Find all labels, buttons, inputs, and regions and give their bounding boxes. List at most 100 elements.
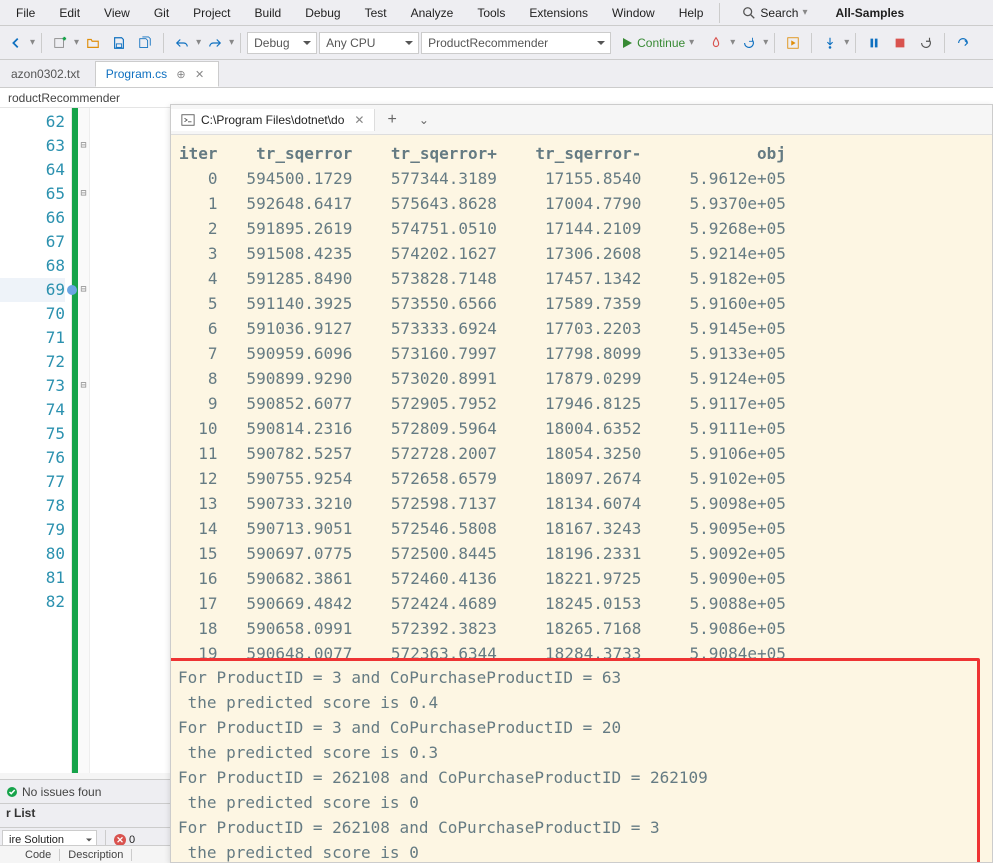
fold-toggle (78, 542, 89, 566)
terminal-window: C:\Program Files\dotnet\do ✕ + ⌄ iter tr… (170, 104, 993, 863)
search-icon (742, 6, 756, 20)
terminal-dropdown[interactable]: ⌄ (409, 109, 439, 131)
close-icon[interactable]: ✕ (195, 69, 204, 81)
pause-button[interactable] (862, 31, 886, 55)
play-icon (621, 37, 633, 49)
fold-toggle[interactable]: ⊟ (78, 374, 89, 398)
step-into-button[interactable] (818, 31, 842, 55)
menu-extensions[interactable]: Extensions (517, 2, 600, 24)
chevron-down-icon[interactable]: ▾ (229, 37, 234, 48)
chevron-down-icon[interactable]: ▾ (844, 37, 849, 48)
search-box[interactable]: Search ▾ (732, 4, 817, 22)
line-number: 73 (0, 374, 65, 398)
platform-combo[interactable]: Any CPU (319, 32, 419, 54)
save-button[interactable] (107, 31, 131, 55)
line-number: 64 (0, 158, 65, 182)
chevron-down-icon: ▾ (689, 37, 694, 48)
prediction-output-callout: For ProductID = 3 and CoPurchaseProductI… (171, 658, 980, 862)
fold-toggle (78, 302, 89, 326)
line-number: 69 (0, 278, 65, 302)
menu-git[interactable]: Git (142, 2, 181, 24)
line-number: 80 (0, 542, 65, 566)
terminal-tab-bar: C:\Program Files\dotnet\do ✕ + ⌄ (171, 105, 992, 135)
chevron-down-icon[interactable]: ▾ (74, 37, 79, 48)
solution-name[interactable]: All-Samples (823, 2, 916, 24)
separator (719, 3, 720, 23)
fold-toggle (78, 566, 89, 590)
menu-window[interactable]: Window (600, 2, 667, 24)
fold-toggle[interactable]: ⊟ (78, 134, 89, 158)
menu-analyze[interactable]: Analyze (399, 2, 466, 24)
refresh-button[interactable] (914, 31, 938, 55)
fold-bar[interactable]: ⊟ ⊟ ⊟ ⊟ (78, 108, 90, 773)
menu-view[interactable]: View (92, 2, 142, 24)
menu-test[interactable]: Test (353, 2, 399, 24)
col-description[interactable]: Description (60, 849, 132, 861)
fold-toggle (78, 470, 89, 494)
search-label: Search (760, 6, 798, 20)
col-code[interactable]: Code (17, 849, 60, 861)
fold-toggle[interactable]: ⊟ (78, 278, 89, 302)
separator (41, 33, 42, 53)
terminal-body[interactable]: iter tr_sqerror tr_sqerror+ tr_sqerror- … (171, 135, 992, 862)
fold-toggle (78, 326, 89, 350)
restart-button[interactable] (737, 31, 761, 55)
error-icon: ✕ (114, 834, 126, 846)
fold-toggle (78, 422, 89, 446)
line-number: 76 (0, 446, 65, 470)
fold-toggle (78, 110, 89, 134)
chevron-down-icon[interactable]: ▾ (30, 37, 35, 48)
line-number: 66 (0, 206, 65, 230)
continue-button[interactable]: Continue ▾ (613, 31, 702, 55)
tab-program-cs[interactable]: Program.cs ⊕ ✕ (95, 61, 219, 87)
chevron-down-icon[interactable]: ▾ (196, 37, 201, 48)
chevron-down-icon[interactable]: ▾ (730, 37, 735, 48)
line-number: 82 (0, 590, 65, 614)
menu-debug[interactable]: Debug (293, 2, 352, 24)
menu-help[interactable]: Help (667, 2, 716, 24)
new-project-button[interactable] (48, 31, 72, 55)
step-over-button[interactable] (951, 31, 975, 55)
menu-tools[interactable]: Tools (465, 2, 517, 24)
tab-azon0302[interactable]: azon0302.txt (0, 61, 95, 87)
error-list-title[interactable]: r List (0, 803, 170, 827)
hot-reload-button[interactable] (704, 31, 728, 55)
open-button[interactable] (81, 31, 105, 55)
nav-back-button[interactable] (4, 31, 28, 55)
line-number: 72 (0, 350, 65, 374)
menu-edit[interactable]: Edit (47, 2, 92, 24)
close-icon[interactable]: ✕ (354, 113, 364, 127)
document-tab-bar: azon0302.txt Program.cs ⊕ ✕ (0, 60, 993, 88)
config-combo[interactable]: Debug (247, 32, 317, 54)
menu-project[interactable]: Project (181, 2, 242, 24)
menu-build[interactable]: Build (243, 2, 294, 24)
fold-toggle (78, 518, 89, 542)
line-number: 65 (0, 182, 65, 206)
stop-button[interactable] (888, 31, 912, 55)
menu-file[interactable]: File (4, 2, 47, 24)
tab-label: Program.cs (106, 67, 167, 81)
no-issues-indicator[interactable]: No issues foun (0, 785, 107, 799)
terminal-tab[interactable]: C:\Program Files\dotnet\do ✕ (171, 109, 375, 131)
error-count[interactable]: ✕ 0 (114, 834, 135, 846)
terminal-tab-title: C:\Program Files\dotnet\do (201, 113, 344, 127)
menu-bar: FileEditViewGitProjectBuildDebugTestAnal… (0, 0, 993, 26)
error-count-value: 0 (129, 834, 135, 846)
show-next-statement-button[interactable] (781, 31, 805, 55)
pin-icon[interactable]: ⊕ (176, 69, 185, 81)
redo-button[interactable] (203, 31, 227, 55)
startup-project-combo[interactable]: ProductRecommender (421, 32, 611, 54)
terminal-header-row: iter tr_sqerror tr_sqerror+ tr_sqerror- … (179, 144, 786, 163)
fold-toggle (78, 494, 89, 518)
fold-toggle (78, 446, 89, 470)
fold-toggle (78, 350, 89, 374)
fold-toggle[interactable]: ⊟ (78, 182, 89, 206)
save-all-button[interactable] (133, 31, 157, 55)
line-number: 70 (0, 302, 65, 326)
chevron-down-icon[interactable]: ▾ (763, 37, 768, 48)
terminal-add-tab[interactable]: + (375, 107, 408, 133)
separator (855, 33, 856, 53)
line-number: 67 (0, 230, 65, 254)
undo-button[interactable] (170, 31, 194, 55)
line-number: 68 (0, 254, 65, 278)
